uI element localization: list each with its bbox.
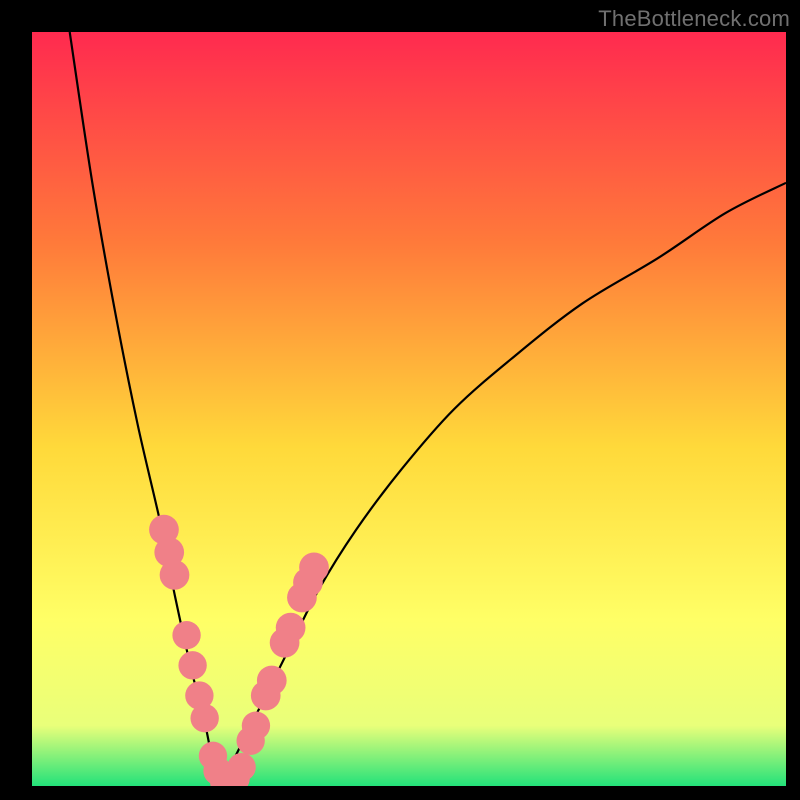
plot-area xyxy=(32,32,786,786)
bead xyxy=(172,621,200,649)
bead xyxy=(242,712,270,740)
bead xyxy=(227,753,255,781)
bead xyxy=(178,651,206,679)
bead xyxy=(160,560,190,590)
watermark-text: TheBottleneck.com xyxy=(598,6,790,32)
plot-svg xyxy=(32,32,786,786)
gradient-background xyxy=(32,32,786,786)
chart-frame: TheBottleneck.com xyxy=(0,0,800,800)
bead xyxy=(257,666,287,696)
bead xyxy=(299,552,329,582)
bead xyxy=(276,613,306,643)
bead xyxy=(190,704,218,732)
